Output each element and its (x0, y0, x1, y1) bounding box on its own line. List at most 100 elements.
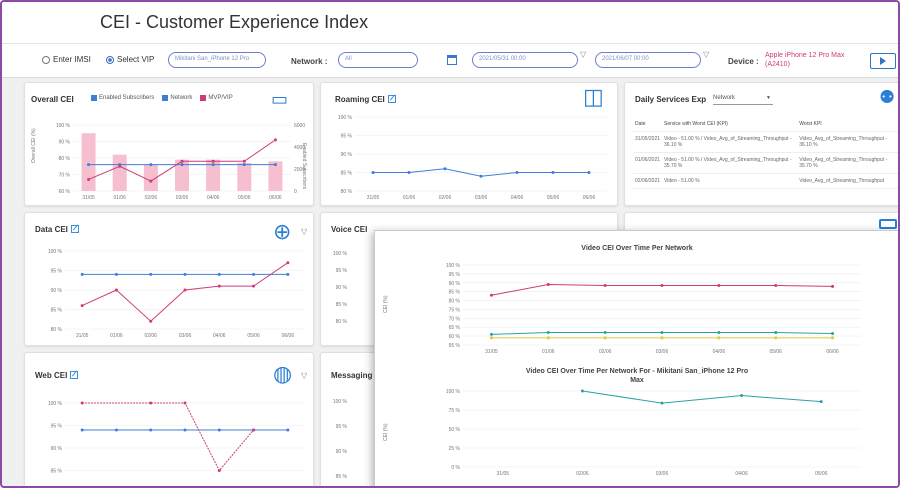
video-cei-line-point (489, 336, 493, 340)
roaming-cei-card: Roaming CEI ◫ 100 % 95 % 90 % 85 % 80 % 31/05… (320, 82, 618, 206)
chevron-down-icon: ▼ (766, 95, 771, 101)
video-cei-line-point (660, 331, 664, 335)
vip-line-point (149, 319, 153, 323)
vip-line-point (180, 159, 184, 163)
x-tick-label: 01/06 (403, 195, 416, 201)
video-cei-line-point (774, 336, 778, 340)
web-cei-chart: 100 %95 %90 %85 %80 % (48, 401, 305, 475)
y-tick-label: 100 % (333, 399, 348, 405)
table-cell: 31/05/2021 (633, 131, 663, 153)
select-vip-label: Select VIP (117, 55, 155, 64)
data-cei-card: Data CEI ⊕ ▽ 100 % 95 % 90 % 85 % 80 % 31/05 0… (24, 212, 314, 346)
roaming-line-point (371, 171, 375, 174)
y-tick-label: 90 % (449, 281, 461, 287)
y-tick-label: 85 % (51, 308, 63, 314)
device-value-line2: (A2410) (765, 61, 790, 68)
radio-icon (42, 55, 50, 64)
x-tick-label: 31/05 (485, 349, 498, 355)
network-line-point (217, 272, 221, 276)
vip-video-cei-line-point (660, 401, 664, 405)
network-select-value: All (345, 56, 352, 62)
users-icon[interactable]: ⚉ (879, 86, 895, 108)
network-dropdown[interactable]: Network ▼ (713, 93, 773, 105)
vip-line (82, 402, 254, 472)
select-vip-radio[interactable]: Select VIP (106, 55, 154, 64)
voice-cei-chart: 100 % 95 % 90 % 85 % 80 % (333, 251, 348, 325)
table-cell: 01/06/2021 (633, 152, 663, 174)
x-tick-label: 02/06 (576, 471, 589, 477)
video-cei-popup[interactable]: Video CEI Over Time Per Network Video CE… (374, 230, 898, 486)
y-tick-label: 80 % (341, 189, 353, 195)
x-tick-label: 05/06 (815, 471, 828, 477)
network-label: Network : (291, 57, 328, 66)
apply-button[interactable] (870, 53, 896, 69)
y-tick-label: 100 % (338, 115, 353, 121)
network-line-point (114, 272, 118, 276)
x-tick-label: 31/05 (497, 471, 510, 477)
date-to-input[interactable]: 2021/06/07 00:00 (595, 52, 701, 68)
video-cei-line-point (489, 293, 493, 297)
device-value-line1: Apple iPhone 12 Pro Max (765, 52, 845, 59)
vip-select[interactable]: Mikitani San_iPhone 12 Pro (168, 52, 266, 68)
device-value[interactable]: Apple iPhone 12 Pro Max (A2410) (765, 51, 844, 69)
y-tick-label: 95 % (341, 134, 353, 140)
messaging-chart: 100 % 95 % 90 % 85 % (333, 399, 348, 480)
network-line-point (149, 163, 153, 167)
video-cei-line-point (717, 336, 721, 340)
y-tick-label: 90 % (341, 152, 353, 158)
column-header: Date (633, 117, 663, 132)
video-cei-line-point (546, 283, 550, 287)
network-line-point (180, 163, 184, 167)
table-row[interactable]: 31/05/2021 Video - 51.00 % / Video_Avg_o… (633, 131, 898, 153)
y-tick-label: 80 % (51, 327, 63, 333)
y-tick-label: 90 % (336, 285, 348, 291)
table-cell: 02/06/2021 (633, 173, 663, 189)
x-tick-label: 03/06 (475, 195, 488, 201)
y-tick-label: 85 % (336, 474, 348, 480)
network-line-point (217, 428, 221, 432)
x-tick-label: 06/06 (282, 333, 295, 339)
vip-line-point (149, 401, 153, 405)
vip-line-point (211, 159, 215, 163)
x-tick-label: 05/06 (547, 195, 560, 201)
network-line-point (149, 428, 153, 432)
bar (237, 162, 252, 191)
chevron-down-icon[interactable]: ▽ (580, 50, 586, 59)
screen-icon[interactable] (879, 219, 897, 229)
x-tick-label: 04/06 (735, 471, 748, 477)
vip-line-point (118, 164, 122, 168)
vip-video-cei-line-point (819, 400, 823, 404)
y-tick-label: 50 % (449, 427, 461, 433)
chevron-down-icon[interactable]: ▽ (703, 50, 709, 59)
network-line-point (183, 272, 187, 276)
table-row[interactable]: 02/06/2021 Video - 51.00 % Video_Avg_of_… (633, 173, 898, 189)
video-cei-line-point (774, 331, 778, 335)
y-tick-label: 70 % (59, 173, 71, 179)
video-cei-line-point (831, 331, 835, 335)
network-select[interactable]: All (338, 52, 418, 68)
table-cell: Video_Avg_of_Streaming_Throughput - 35.7… (797, 152, 898, 174)
vip-video-cei-line (582, 390, 822, 404)
network-line-point (183, 428, 187, 432)
video-cei-line-point (717, 331, 721, 335)
radio-checked-icon (106, 55, 114, 64)
x-tick-label: 01/06 (110, 333, 123, 339)
y-tick-label: 85 % (341, 171, 353, 177)
enter-imsi-radio[interactable]: Enter IMSI (42, 55, 91, 64)
date-from-input[interactable]: 2021/05/31 00:00 (472, 52, 578, 68)
page-title: CEI - Customer Experience Index (100, 12, 369, 32)
calendar-icon[interactable] (447, 55, 457, 65)
x-tick-label: 03/06 (656, 349, 669, 355)
x-tick-label: 31/05 (76, 333, 89, 339)
vip-video-cei-line-point (740, 394, 744, 398)
x-tick-label: 05/06 (769, 349, 782, 355)
network-line-point (252, 272, 256, 276)
y-tick-label: 25 % (449, 446, 461, 452)
video-cei-line-point (831, 336, 835, 340)
video-cei-line-point (831, 284, 835, 288)
x-tick-label: 02/06 (599, 349, 612, 355)
roaming-line-point (515, 171, 519, 174)
video-cei-line-point (660, 283, 664, 287)
table-row[interactable]: 01/06/2021 Video - 51.00 % / Video_Avg_o… (633, 152, 898, 174)
vip-line-point (217, 284, 221, 288)
